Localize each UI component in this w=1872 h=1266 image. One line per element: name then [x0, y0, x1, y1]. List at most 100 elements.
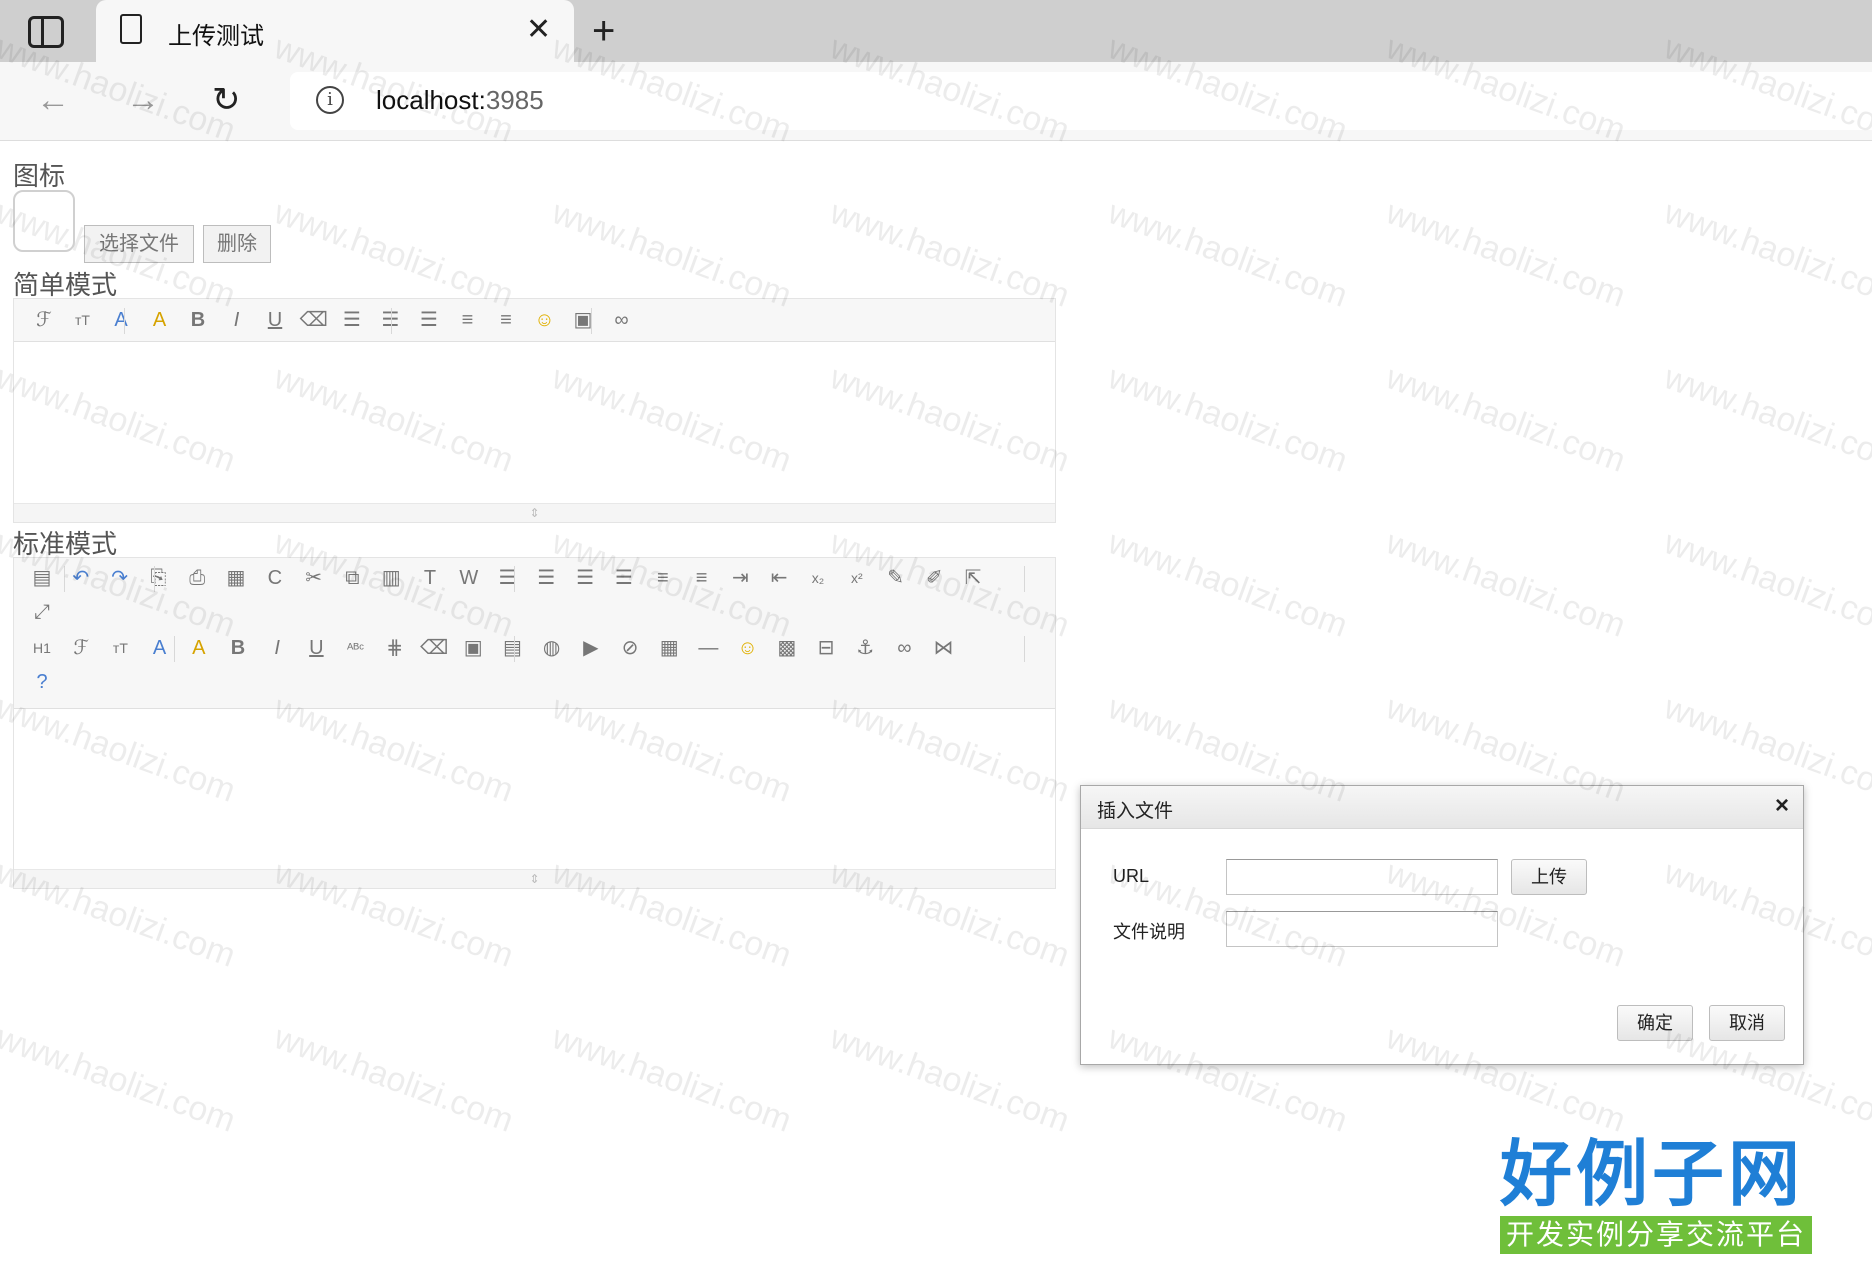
- justify-right-icon[interactable]: ☰: [571, 564, 599, 592]
- help-icon[interactable]: ?: [28, 668, 56, 696]
- undo-icon[interactable]: ↶: [67, 564, 95, 592]
- watermark-text: www.haolizi.com: [1659, 358, 1872, 480]
- sidebar-toggle-icon[interactable]: [28, 16, 64, 48]
- baidu-map-icon[interactable]: ▩: [773, 634, 801, 662]
- dialog-header: 插入文件 ×: [1081, 786, 1803, 829]
- italic-icon[interactable]: I: [263, 634, 291, 662]
- choose-file-button[interactable]: 选择文件: [84, 225, 194, 263]
- bold-icon[interactable]: B: [224, 634, 252, 662]
- copy-icon[interactable]: ⧉: [338, 564, 366, 592]
- strikethrough-icon[interactable]: ᴬᴮᶜ: [342, 634, 370, 662]
- font-color-icon[interactable]: A: [107, 306, 135, 334]
- anchor-icon[interactable]: ⚓: [851, 634, 879, 662]
- ok-button[interactable]: 确定: [1617, 1005, 1693, 1041]
- font-size-icon[interactable]: ᴛT: [69, 306, 97, 334]
- simple-editor: ℱᴛTAABIU⌫☰☰☰≡≡☺▣∞ ⇕: [13, 298, 1056, 523]
- remove-format-icon[interactable]: ⌫: [420, 634, 448, 662]
- fullscreen-icon[interactable]: ⤢: [28, 598, 56, 626]
- code-icon[interactable]: C: [261, 564, 289, 592]
- heading-icon[interactable]: H1: [28, 634, 56, 662]
- italic-icon[interactable]: I: [223, 306, 251, 334]
- underline-icon[interactable]: U: [261, 306, 289, 334]
- watermark-text: www.haolizi.com: [1381, 193, 1631, 315]
- close-tab-icon[interactable]: ✕: [526, 12, 551, 48]
- link-icon[interactable]: ∞: [890, 634, 918, 662]
- link-icon[interactable]: ∞: [608, 306, 636, 334]
- address-bar[interactable]: i localhost:3985: [290, 72, 1872, 130]
- reload-icon[interactable]: ↻: [212, 80, 241, 120]
- simple-editor-body[interactable]: [14, 342, 1055, 502]
- description-input[interactable]: [1226, 911, 1498, 947]
- table-icon[interactable]: ▦: [655, 634, 683, 662]
- underline-icon[interactable]: U: [302, 634, 330, 662]
- watermark-text: www.haolizi.com: [1103, 523, 1353, 645]
- cut-icon[interactable]: ✂: [300, 564, 328, 592]
- ordered-list-icon[interactable]: ≡: [649, 564, 677, 592]
- template-icon[interactable]: ▦: [222, 564, 250, 592]
- resize-handle[interactable]: ⇕: [14, 869, 1055, 888]
- resize-handle[interactable]: ⇕: [14, 503, 1055, 522]
- horizontal-rule-icon[interactable]: —: [694, 634, 722, 662]
- multi-image-icon[interactable]: ▤: [498, 634, 526, 662]
- source-icon[interactable]: ▤: [28, 564, 56, 592]
- clear-html-icon[interactable]: ✎: [882, 564, 910, 592]
- redo-icon[interactable]: ↷: [106, 564, 134, 592]
- align-right-icon[interactable]: ☰: [415, 306, 443, 334]
- superscript-icon[interactable]: x²: [843, 564, 871, 592]
- icon-preview: [13, 190, 75, 252]
- paste-word-icon[interactable]: W: [455, 564, 483, 592]
- browser-tab[interactable]: 上传测试 ✕: [96, 0, 574, 62]
- justify-full-icon[interactable]: ☰: [610, 564, 638, 592]
- unlink-icon[interactable]: ⋈: [930, 634, 958, 662]
- page-break-icon[interactable]: ⊟: [812, 634, 840, 662]
- watermark-text: www.haolizi.com: [1103, 358, 1353, 480]
- emoticon-icon[interactable]: ☺: [531, 306, 559, 334]
- line-height-icon[interactable]: ⋕: [381, 634, 409, 662]
- unordered-list-icon[interactable]: ≡: [492, 306, 520, 334]
- flash-icon[interactable]: ◍: [538, 634, 566, 662]
- info-icon[interactable]: i: [316, 86, 344, 114]
- ordered-list-icon[interactable]: ≡: [454, 306, 482, 334]
- print-icon[interactable]: ⎙: [183, 564, 211, 592]
- forward-icon[interactable]: →: [126, 80, 160, 120]
- unordered-list-icon[interactable]: ≡: [688, 564, 716, 592]
- toolbar-separator: [591, 308, 592, 334]
- font-family-icon[interactable]: ℱ: [30, 306, 58, 334]
- url-text: localhost:3985: [376, 85, 544, 115]
- font-size-icon[interactable]: ᴛT: [106, 634, 134, 662]
- quick-format-icon[interactable]: ✐: [920, 564, 948, 592]
- simple-mode-label: 简单模式: [13, 270, 118, 300]
- justify-center-icon[interactable]: ☰: [532, 564, 560, 592]
- paste-text-icon[interactable]: T: [416, 564, 444, 592]
- paste-icon[interactable]: ▥: [377, 564, 405, 592]
- watermark-text: www.haolizi.com: [1659, 523, 1872, 645]
- highlight-icon[interactable]: A: [146, 306, 174, 334]
- image-icon[interactable]: ▣: [459, 634, 487, 662]
- eraser-icon[interactable]: ⌫: [300, 306, 328, 334]
- font-family-icon[interactable]: ℱ: [67, 634, 95, 662]
- select-all-icon[interactable]: ⇱: [959, 564, 987, 592]
- justify-left-icon[interactable]: ☰: [494, 564, 522, 592]
- font-color-icon[interactable]: A: [146, 634, 174, 662]
- standard-toolbar: ▤ ↶ ↷ ⎘ ⎙ ▦ C ✂ ⧉ ▥ T W ☰ ☰ ☰ ☰ ≡ ≡ ⇥ ⇤ x₂ x² ✎ ✐ ⇱ ⤢ H1 ℱᴛT A A B I Uᴬᴮ…: [14, 558, 1055, 709]
- upload-button[interactable]: 上传: [1511, 859, 1587, 895]
- preview-icon[interactable]: ⎘: [144, 564, 172, 592]
- subscript-icon[interactable]: x₂: [804, 564, 832, 592]
- delete-button[interactable]: 删除: [203, 225, 271, 263]
- indent-icon[interactable]: ⇥: [726, 564, 754, 592]
- new-tab-icon[interactable]: +: [592, 8, 615, 54]
- bold-icon[interactable]: B: [184, 306, 212, 334]
- url-input[interactable]: [1226, 859, 1498, 895]
- align-left-icon[interactable]: ☰: [338, 306, 366, 334]
- emoticon-icon[interactable]: ☺: [734, 634, 762, 662]
- insert-file-icon[interactable]: ⊘: [616, 634, 644, 662]
- outdent-icon[interactable]: ⇤: [765, 564, 793, 592]
- highlight-icon[interactable]: A: [185, 634, 213, 662]
- back-icon[interactable]: ←: [36, 80, 70, 120]
- media-icon[interactable]: ▶: [577, 634, 605, 662]
- close-icon[interactable]: ×: [1775, 792, 1789, 820]
- image-icon[interactable]: ▣: [569, 306, 597, 334]
- insert-file-dialog: 插入文件 × URL 上传 文件说明 确定 取消: [1080, 785, 1804, 1065]
- cancel-button[interactable]: 取消: [1709, 1005, 1785, 1041]
- standard-editor-body[interactable]: [14, 709, 1055, 869]
